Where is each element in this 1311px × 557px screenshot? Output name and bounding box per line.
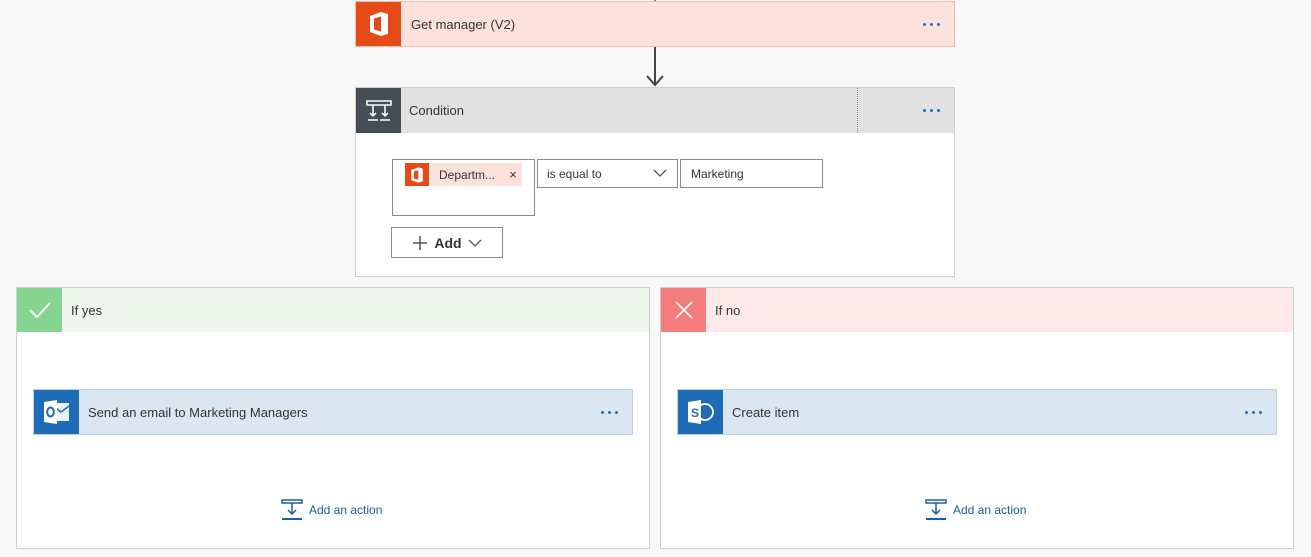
department-token[interactable]: Departm... × (405, 163, 522, 186)
more-options-icon[interactable] (1230, 390, 1276, 434)
add-button-label: Add (434, 234, 462, 251)
condition-value-field[interactable]: Marketing (680, 159, 823, 188)
add-action-label: Add an action (953, 503, 1027, 517)
add-action-label: Add an action (309, 503, 383, 517)
more-options-icon[interactable] (586, 390, 632, 434)
close-icon (661, 288, 706, 332)
if-no-title: If no (715, 302, 741, 318)
condition-left-operand[interactable]: Departm... × (392, 159, 535, 216)
condition-card: Condition Departm... × is equal to Marke… (355, 87, 955, 277)
operator-value: is equal to (547, 166, 602, 181)
more-options-icon[interactable] (908, 2, 954, 46)
add-action-icon (925, 499, 947, 520)
condition-title: Condition (409, 103, 464, 118)
add-action-icon (281, 499, 303, 520)
outlook-logo-icon (34, 390, 79, 434)
get-manager-card[interactable]: Get manager (V2) (355, 1, 955, 47)
add-condition-button[interactable]: Add (391, 227, 503, 258)
operator-dropdown[interactable]: is equal to (537, 159, 678, 188)
office-logo-icon (356, 2, 401, 46)
if-no-branch: If no S Create item Add an action (660, 287, 1294, 549)
create-item-title: Create item (732, 404, 800, 420)
flow-arrow (646, 47, 664, 87)
send-email-action-card[interactable]: Send an email to Marketing Managers (33, 389, 633, 435)
if-no-header[interactable]: If no (661, 288, 1293, 332)
get-manager-title: Get manager (V2) (411, 16, 516, 32)
if-yes-branch: If yes Send an email to Marketing Manage… (16, 287, 650, 549)
plus-icon (413, 235, 428, 250)
more-options-icon[interactable] (908, 88, 954, 133)
condition-header[interactable]: Condition (356, 88, 954, 133)
create-item-action-card[interactable]: S Create item (677, 389, 1277, 435)
send-email-title: Send an email to Marketing Managers (88, 404, 308, 420)
if-yes-header[interactable]: If yes (17, 288, 649, 332)
add-an-action-link[interactable]: Add an action (281, 499, 382, 521)
sharepoint-logo-icon: S (678, 390, 723, 434)
if-yes-title: If yes (71, 302, 103, 318)
remove-token-icon[interactable]: × (504, 167, 522, 182)
condition-icon (356, 88, 401, 133)
svg-text:S: S (691, 406, 699, 420)
add-an-action-link[interactable]: Add an action (925, 499, 1026, 521)
check-icon (17, 288, 62, 332)
chevron-down-icon (468, 239, 482, 247)
office-logo-icon (405, 163, 429, 186)
token-label: Departm... (439, 167, 496, 182)
chevron-down-icon (653, 169, 667, 177)
